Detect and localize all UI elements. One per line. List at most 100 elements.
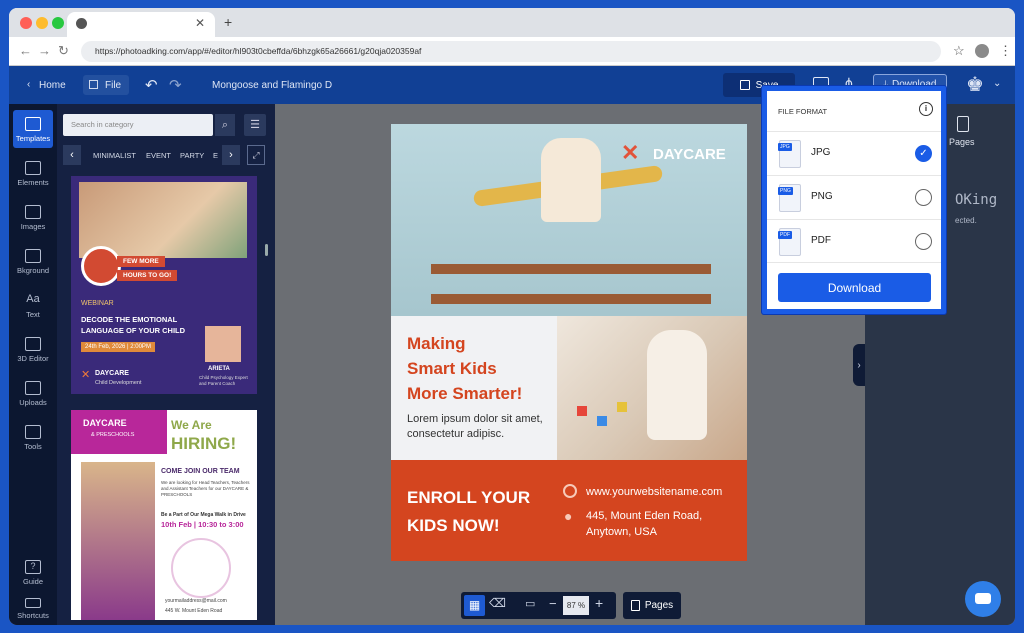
poster-headline-line: More Smarter! [407, 384, 523, 403]
presentation-icon[interactable]: ▭ [525, 597, 535, 610]
search-icon[interactable]: ⌕ [215, 114, 235, 136]
right-pages-label[interactable]: Pages [949, 137, 975, 147]
close-window-dot[interactable] [20, 17, 32, 29]
rail-item-text[interactable]: Aa Text [9, 293, 57, 319]
radio-button[interactable] [915, 189, 932, 206]
canvas-toolbar: ▦ ⌫ ▭ − 87 % + [461, 592, 616, 619]
card-tag: WEBINAR [81, 300, 114, 307]
expand-icon[interactable]: ⤢ [247, 145, 265, 165]
tab-favicon-icon [76, 18, 87, 29]
account-chevron-icon[interactable]: ⌄ [993, 78, 1001, 89]
brand-logo-icon: ✕ [81, 369, 91, 381]
template-card-hiring[interactable]: DAYCARE & PRESCHOOLS We Are HIRING! COME… [71, 410, 257, 620]
eraser-icon[interactable]: ⌫ [489, 596, 506, 610]
card2-decor [171, 538, 231, 598]
poster-headline-line: Smart Kids [407, 359, 497, 378]
rail-label: 3D Editor [17, 354, 49, 363]
design-poster[interactable]: ✕ DAYCARE Making Smart Kids More Smarter… [391, 124, 747, 561]
profile-avatar-icon[interactable] [975, 44, 989, 58]
rail-label: Text [26, 310, 40, 319]
poster-cta-line: KIDS NOW! [407, 516, 500, 535]
card2-headline: We Are [171, 418, 212, 432]
panel-scrollbar[interactable] [265, 244, 268, 256]
format-label: JPG [811, 147, 831, 158]
browser-tab[interactable]: ✕ [67, 12, 215, 37]
format-label: PDF [811, 235, 831, 246]
location-pin-icon: ● [564, 508, 573, 524]
back-arrow-icon[interactable]: ← [19, 43, 32, 58]
popup-download-button[interactable]: Download [778, 273, 931, 302]
grid-view-icon[interactable]: ▦ [464, 595, 485, 616]
rail-item-shortcuts[interactable]: Shortcuts [9, 598, 57, 620]
category-event[interactable]: EVENT [146, 151, 171, 160]
rail-item-guide[interactable]: ? Guide [9, 560, 57, 586]
card2-walkin: Be a Part of Our Mega Walk in Drive [161, 512, 246, 518]
radio-button[interactable] [915, 233, 932, 250]
format-option-png[interactable]: PNG PNG [767, 175, 941, 219]
list-view-icon[interactable]: ☰ [244, 114, 266, 136]
category-party[interactable]: PARTY [180, 151, 204, 160]
url-field[interactable]: https://photoadking.com/app/#/editor/hl9… [81, 41, 941, 62]
redo-icon[interactable]: ↷ [169, 76, 182, 94]
check-icon[interactable]: ✓ [915, 145, 932, 162]
category-minimalist[interactable]: MINIMALIST [93, 151, 136, 160]
download-format-popup: FILE FORMAT i JPG JPG ✓ PNG PNG PDF PDF … [762, 86, 946, 314]
browser-menu-icon[interactable]: ⋮ [999, 43, 1012, 59]
forward-arrow-icon[interactable]: → [38, 43, 51, 58]
poster-body-text: Lorem ipsum dolor sit amet, consectetur … [407, 413, 543, 440]
format-label: PNG [811, 191, 833, 202]
maximize-window-dot[interactable] [52, 17, 64, 29]
poster-address-line: 445, Mount Eden Road, [586, 510, 703, 522]
zoom-level[interactable]: 87 % [563, 596, 589, 615]
template-panel: Search in category ⌕ ☰ ‹ MINIMALIST EVEN… [57, 104, 275, 625]
chess-king-icon[interactable]: ♚ [966, 72, 984, 97]
info-icon[interactable]: i [919, 102, 933, 116]
file-menu-button[interactable]: File [83, 75, 129, 95]
rail-label: Bkground [16, 266, 50, 275]
zoom-in-icon[interactable]: + [595, 595, 603, 611]
chat-support-button[interactable] [965, 581, 1001, 617]
rail-label: Images [20, 222, 46, 231]
rail-item-templates[interactable]: Templates [9, 117, 57, 143]
document-title[interactable]: Mongoose and Flamingo D [212, 80, 332, 91]
home-link[interactable]: Home [39, 80, 66, 91]
bookmark-star-icon[interactable]: ☆ [953, 43, 965, 59]
pages-icon[interactable] [957, 116, 969, 132]
reload-icon[interactable]: ↻ [58, 43, 69, 59]
question-icon: ? [25, 560, 41, 574]
format-option-jpg[interactable]: JPG JPG ✓ [767, 131, 941, 175]
card-title: DECODE THE EMOTIONAL LANGUAGE OF YOUR CH… [81, 315, 186, 335]
category-next-icon[interactable]: › [222, 145, 240, 165]
zoom-out-icon[interactable]: − [549, 596, 557, 611]
poster-cta-line: ENROLL YOUR [407, 488, 531, 507]
category-search-input[interactable]: Search in category [63, 114, 213, 136]
save-disk-icon [739, 80, 750, 90]
card-brand-sub: Child Development [95, 380, 142, 386]
template-card-webinar[interactable]: FEW MORE HOURS TO GO! WEBINAR DECODE THE… [71, 176, 257, 394]
close-tab-icon[interactable]: ✕ [195, 16, 205, 30]
rail-item-uploads[interactable]: Uploads [9, 381, 57, 407]
rail-item-images[interactable]: Images [9, 205, 57, 231]
image-icon [25, 205, 41, 219]
card-badge: FEW MORE [117, 256, 165, 267]
card2-photo [81, 462, 155, 620]
pages-button[interactable]: Pages [623, 592, 681, 619]
new-tab-icon[interactable]: + [224, 14, 232, 30]
rail-item-tools[interactable]: Tools [9, 425, 57, 451]
speaker-title: Child Psychology Expert and Parent Coach [199, 375, 248, 386]
minimize-window-dot[interactable] [36, 17, 48, 29]
rail-item-elements[interactable]: Elements [9, 161, 57, 187]
poster-logo-text: DAYCARE [653, 146, 726, 163]
rail-item-background[interactable]: Bkground [9, 249, 57, 275]
category-more[interactable]: E [213, 151, 218, 160]
home-chevron-icon[interactable]: ‹ [27, 79, 30, 90]
category-prev-icon[interactable]: ‹ [63, 145, 81, 165]
collapse-right-panel-handle[interactable]: › [853, 344, 865, 386]
card2-email: yourmailaddress@mail.com [165, 598, 227, 604]
format-option-pdf[interactable]: PDF PDF [767, 219, 941, 263]
rail-item-3d-editor[interactable]: 3D Editor [9, 337, 57, 363]
card2-walkin-date: 10th Feb | 10:30 to 3:00 [161, 520, 244, 529]
right-partial-text: ected. [955, 216, 977, 225]
undo-icon[interactable]: ↶ [145, 76, 158, 94]
file-menu-label: File [105, 80, 122, 91]
